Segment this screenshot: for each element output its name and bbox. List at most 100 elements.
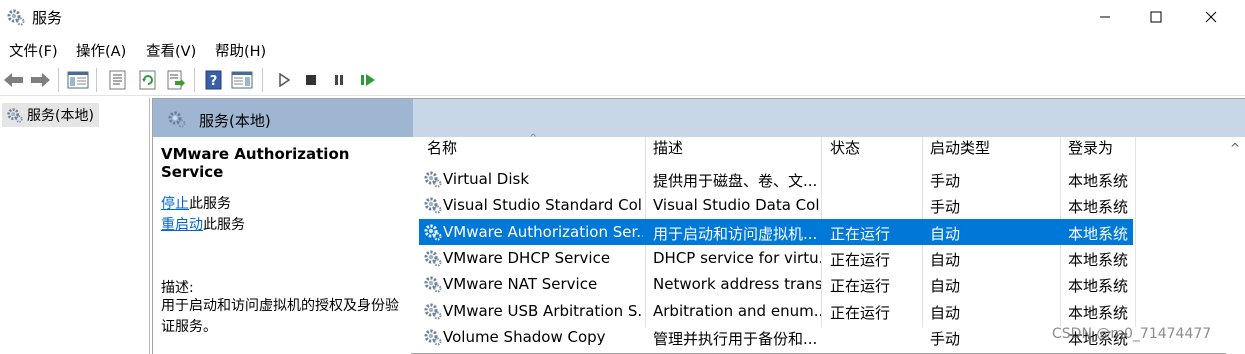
table-row[interactable]: VMware NAT Service Network address trans.…: [419, 271, 1133, 297]
service-gear-icon: [424, 303, 442, 319]
service-name-cell: VMware NAT Service: [443, 275, 598, 294]
menu-file[interactable]: 文件(F): [9, 40, 58, 61]
close-button[interactable]: [1186, 0, 1236, 34]
service-status-cell: 正在运行: [830, 303, 891, 322]
service-description-cell: 提供用于磁盘、卷、文...: [653, 172, 818, 190]
back-button[interactable]: [2, 68, 26, 92]
refresh-icon: [139, 70, 156, 90]
restart-service-link[interactable]: 重启动: [161, 217, 203, 233]
service-description-cell: DHCP service for virtu...: [653, 248, 821, 267]
stop-service-link[interactable]: 停止: [161, 196, 189, 212]
back-arrow-icon: [4, 73, 23, 87]
maximize-icon: [1150, 11, 1162, 23]
column-header-name[interactable]: 名称: [427, 137, 457, 165]
minimize-button[interactable]: [1080, 0, 1130, 34]
stop-service-action: 停止此服务: [161, 193, 231, 213]
column-header-logon-as[interactable]: 登录为: [1068, 137, 1113, 165]
show-hide-action-pane-button[interactable]: [230, 68, 254, 92]
service-description-cell: Network address trans...: [653, 275, 821, 294]
service-name-cell: Virtual Disk: [443, 170, 530, 188]
service-logon-cell: 本地系统: [1068, 277, 1129, 296]
pause-service-icon: [335, 75, 343, 85]
tree-pane: 服务(本地): [0, 98, 150, 354]
table-row[interactable]: Virtual Disk 提供用于磁盘、卷、文... 手动 本地系统: [419, 166, 1133, 192]
stop-service-button[interactable]: [299, 68, 323, 92]
service-name-cell: Visual Studio Standard Coll...: [443, 196, 643, 215]
toolbar-separator: [194, 68, 195, 92]
menu-view[interactable]: 查看(V): [146, 40, 196, 61]
service-name-cell: VMware DHCP Service: [443, 248, 611, 267]
service-status-cell: 正在运行: [830, 224, 891, 243]
maximize-button[interactable]: [1131, 0, 1181, 34]
export-list-button[interactable]: [164, 68, 188, 92]
service-startup-cell: 自动: [930, 303, 961, 322]
toolbar-separator: [262, 68, 263, 92]
pause-service-button[interactable]: [327, 68, 351, 92]
service-logon-cell: 本地系统: [1068, 198, 1129, 217]
service-description-cell: Arbitration and enum...: [653, 301, 821, 320]
toolbar-separator: [96, 68, 97, 92]
service-description-cell: 管理并执行用于备份和...: [653, 329, 818, 348]
properties-button[interactable]: [106, 68, 130, 92]
scroll-up-icon[interactable]: ^: [1230, 141, 1240, 155]
column-header-description[interactable]: 描述: [653, 137, 683, 165]
service-gear-icon: [424, 250, 442, 267]
stop-service-icon: [306, 75, 316, 85]
vertical-scrollbar[interactable]: ^: [1226, 137, 1245, 354]
svg-text:?: ?: [210, 74, 218, 89]
toolbar: ?: [0, 64, 1245, 96]
column-header-startup-type[interactable]: 启动类型: [930, 137, 990, 165]
service-startup-cell: 手动: [930, 198, 961, 217]
watermark: CSDN @m0_71474477: [1052, 326, 1212, 342]
menu-help[interactable]: 帮助(H): [215, 40, 266, 61]
forward-arrow-icon: [31, 73, 50, 87]
service-logon-cell: 本地系统: [1068, 224, 1129, 243]
menu-bar: 文件(F) 操作(A) 查看(V) 帮助(H): [0, 38, 1245, 62]
window-title: 服务: [32, 9, 63, 27]
sort-ascending-icon: ^: [529, 133, 538, 144]
service-startup-cell: 自动: [930, 250, 961, 269]
service-gear-icon: [424, 329, 442, 346]
show-hide-tree-button[interactable]: [66, 68, 90, 92]
show-hide-action-pane-icon: [231, 71, 253, 89]
forward-button[interactable]: [28, 68, 52, 92]
start-service-button[interactable]: [272, 68, 296, 92]
stop-service-suffix: 此服务: [189, 196, 231, 212]
description-text: 用于启动和访问虚拟机的授权及身份验证服务。: [161, 298, 399, 335]
service-startup-cell: 自动: [930, 277, 961, 296]
service-gear-icon: [424, 171, 442, 188]
service-startup-cell: 手动: [930, 329, 961, 348]
table-row[interactable]: VMware USB Arbitration S... Arbitration a…: [419, 298, 1133, 324]
service-gear-icon: [424, 224, 442, 241]
close-icon: [1205, 11, 1217, 23]
table-row[interactable]: Visual Studio Standard Coll... Visual Stu…: [419, 192, 1133, 218]
content-header-tab: [153, 99, 413, 137]
service-logon-cell: 本地系统: [1068, 303, 1129, 322]
column-header-status[interactable]: 状态: [830, 137, 860, 165]
help-icon: ?: [205, 70, 222, 90]
services-list: ^ 名称 描述 状态 启动类型 登录为 Virtual Disk 提供用于磁盘、卷…: [411, 127, 1245, 354]
service-gear-icon: [424, 276, 442, 293]
service-startup-cell: 手动: [930, 172, 961, 190]
content-pane: 服务(本地) VMware Authorization Service 停止此服…: [152, 98, 1245, 354]
restart-service-icon: [361, 74, 375, 86]
restart-service-button[interactable]: [356, 68, 380, 92]
start-service-icon: [279, 73, 291, 87]
service-gear-icon: [424, 197, 442, 214]
service-description-cell: Visual Studio Data Col...: [653, 196, 821, 215]
tree-item-label: 服务(本地): [27, 108, 94, 124]
service-name-cell: VMware Authorization Ser...: [443, 222, 643, 241]
table-row[interactable]: VMware DHCP Service DHCP service for virt…: [419, 245, 1133, 271]
minimize-icon: [1100, 16, 1110, 18]
gear-icon: [7, 108, 23, 123]
gear-icon: [7, 9, 25, 26]
tree-item-services-local[interactable]: 服务(本地): [2, 103, 99, 127]
table-row[interactable]: VMware Authorization Ser... 用于启动和访问虚拟机...…: [419, 218, 1133, 245]
service-name-cell: VMware USB Arbitration S...: [443, 301, 643, 320]
refresh-button[interactable]: [136, 68, 160, 92]
service-logon-cell: 本地系统: [1068, 250, 1129, 269]
menu-action[interactable]: 操作(A): [76, 40, 126, 61]
restart-service-action: 重启动此服务: [161, 214, 245, 234]
help-button[interactable]: ?: [202, 68, 226, 92]
table-row[interactable]: Volume Shadow Copy 管理并执行用于备份和... 手动 本地系统: [419, 324, 1133, 350]
